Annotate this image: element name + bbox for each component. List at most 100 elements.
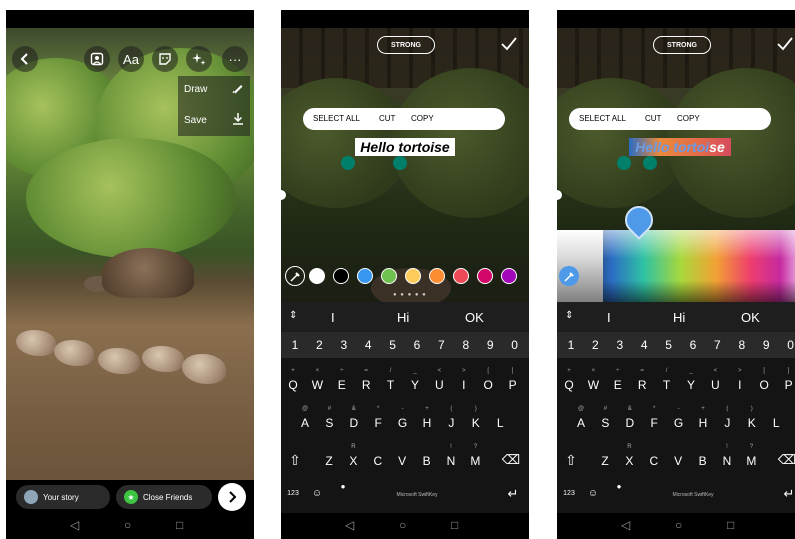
key-v[interactable]: V bbox=[392, 454, 412, 468]
key-9[interactable]: 9 bbox=[480, 338, 500, 352]
key-i[interactable]: I bbox=[454, 378, 474, 392]
color-swatch[interactable] bbox=[477, 268, 493, 284]
enter-icon[interactable]: ↵ bbox=[779, 486, 795, 502]
select-all-button[interactable]: SELECT ALL bbox=[313, 114, 360, 123]
key-q[interactable]: Q bbox=[283, 378, 303, 392]
select-all-button[interactable]: SELECT ALL bbox=[579, 114, 626, 123]
key-v[interactable]: V bbox=[668, 454, 688, 468]
key-0[interactable]: 0 bbox=[781, 338, 795, 352]
key-l[interactable]: L bbox=[766, 416, 786, 430]
face-filter-button[interactable] bbox=[84, 46, 110, 72]
space-bar[interactable]: Microsoft SwiftKey bbox=[623, 486, 763, 504]
nav-home-button[interactable]: ○ bbox=[675, 518, 682, 532]
key-i[interactable]: I bbox=[730, 378, 750, 392]
suggestion-center[interactable]: Hi bbox=[673, 310, 685, 325]
key-3[interactable]: 3 bbox=[334, 338, 354, 352]
suggestion-left[interactable]: I bbox=[331, 310, 335, 325]
key-w[interactable]: W bbox=[307, 378, 327, 392]
key-z[interactable]: Z bbox=[595, 454, 615, 468]
sticker-button[interactable] bbox=[152, 46, 178, 72]
key-u[interactable]: U bbox=[705, 378, 725, 392]
numbers-key[interactable]: 123 bbox=[559, 490, 579, 497]
copy-button[interactable]: COPY bbox=[677, 114, 700, 123]
story-text[interactable]: Hello tortoise bbox=[355, 138, 455, 156]
key-6[interactable]: 6 bbox=[683, 338, 703, 352]
key-a[interactable]: A bbox=[295, 416, 315, 430]
menu-save[interactable]: Save bbox=[184, 115, 207, 126]
key-4[interactable]: 4 bbox=[634, 338, 654, 352]
key-h[interactable]: H bbox=[417, 416, 437, 430]
key-x[interactable]: X bbox=[343, 454, 363, 468]
numbers-key[interactable]: 123 bbox=[283, 490, 303, 497]
key-m[interactable]: M bbox=[741, 454, 761, 468]
color-swatch[interactable] bbox=[333, 268, 349, 284]
key-7[interactable]: 7 bbox=[707, 338, 727, 352]
key-y[interactable]: Y bbox=[681, 378, 701, 392]
key-j[interactable]: J bbox=[717, 416, 737, 430]
suggestion-right[interactable]: OK bbox=[465, 310, 484, 325]
key-o[interactable]: O bbox=[754, 378, 774, 392]
key-1[interactable]: 1 bbox=[285, 338, 305, 352]
close-friends-button[interactable]: ★ Close Friends bbox=[116, 485, 212, 509]
key-4[interactable]: 4 bbox=[358, 338, 378, 352]
key-s[interactable]: S bbox=[595, 416, 615, 430]
text-style-button[interactable]: STRONG bbox=[377, 36, 435, 54]
key-6[interactable]: 6 bbox=[407, 338, 427, 352]
key-w[interactable]: W bbox=[583, 378, 603, 392]
story-text[interactable]: Hello tortoise bbox=[629, 138, 731, 156]
key-f[interactable]: F bbox=[644, 416, 664, 430]
selection-handle-end[interactable] bbox=[393, 156, 407, 170]
key-m[interactable]: M bbox=[465, 454, 485, 468]
selection-handle-start[interactable] bbox=[617, 156, 631, 170]
key-g[interactable]: G bbox=[393, 416, 413, 430]
menu-draw[interactable]: Draw bbox=[184, 84, 207, 95]
key-b[interactable]: B bbox=[417, 454, 437, 468]
nav-back-button[interactable]: ◁ bbox=[621, 518, 630, 532]
key-1[interactable]: 1 bbox=[561, 338, 581, 352]
next-button[interactable] bbox=[218, 483, 246, 511]
backspace-key[interactable]: ⌫ bbox=[777, 452, 795, 468]
text-style-button[interactable]: STRONG bbox=[653, 36, 711, 54]
done-button[interactable] bbox=[777, 36, 793, 56]
color-swatch[interactable] bbox=[381, 268, 397, 284]
nav-back-button[interactable]: ◁ bbox=[70, 518, 79, 532]
key-h[interactable]: H bbox=[693, 416, 713, 430]
key-c[interactable]: C bbox=[644, 454, 664, 468]
nav-recents-button[interactable]: □ bbox=[176, 518, 183, 532]
backspace-key[interactable]: ⌫ bbox=[501, 452, 521, 468]
key-e[interactable]: E bbox=[608, 378, 628, 392]
key-y[interactable]: Y bbox=[405, 378, 425, 392]
nav-recents-button[interactable]: □ bbox=[727, 518, 734, 532]
nav-home-button[interactable]: ○ bbox=[124, 518, 131, 532]
marker-icon[interactable] bbox=[232, 82, 244, 97]
key-r[interactable]: R bbox=[356, 378, 376, 392]
selection-handle-start[interactable] bbox=[341, 156, 355, 170]
key-x[interactable]: X bbox=[619, 454, 639, 468]
key-7[interactable]: 7 bbox=[431, 338, 451, 352]
key-t[interactable]: T bbox=[381, 378, 401, 392]
key-t[interactable]: T bbox=[657, 378, 677, 392]
key-3[interactable]: 3 bbox=[610, 338, 630, 352]
selection-handle-end[interactable] bbox=[643, 156, 657, 170]
key-l[interactable]: L bbox=[490, 416, 510, 430]
cut-button[interactable]: CUT bbox=[645, 114, 661, 123]
suggestion-left[interactable]: I bbox=[607, 310, 611, 325]
expand-icon[interactable]: ⇕ bbox=[289, 310, 297, 321]
eyedropper-button[interactable] bbox=[559, 266, 579, 286]
key-8[interactable]: 8 bbox=[456, 338, 476, 352]
key-b[interactable]: B bbox=[693, 454, 713, 468]
key-k[interactable]: K bbox=[466, 416, 486, 430]
key-g[interactable]: G bbox=[669, 416, 689, 430]
key-p[interactable]: P bbox=[779, 378, 795, 392]
color-swatch[interactable] bbox=[453, 268, 469, 284]
key-9[interactable]: 9 bbox=[756, 338, 776, 352]
key-2[interactable]: 2 bbox=[309, 338, 329, 352]
key-k[interactable]: K bbox=[742, 416, 762, 430]
key-8[interactable]: 8 bbox=[732, 338, 752, 352]
key-f[interactable]: F bbox=[368, 416, 388, 430]
emoji-icon[interactable]: ☺ bbox=[307, 488, 327, 499]
key-u[interactable]: U bbox=[429, 378, 449, 392]
key-0[interactable]: 0 bbox=[505, 338, 525, 352]
key-c[interactable]: C bbox=[368, 454, 388, 468]
back-button[interactable] bbox=[12, 46, 38, 72]
